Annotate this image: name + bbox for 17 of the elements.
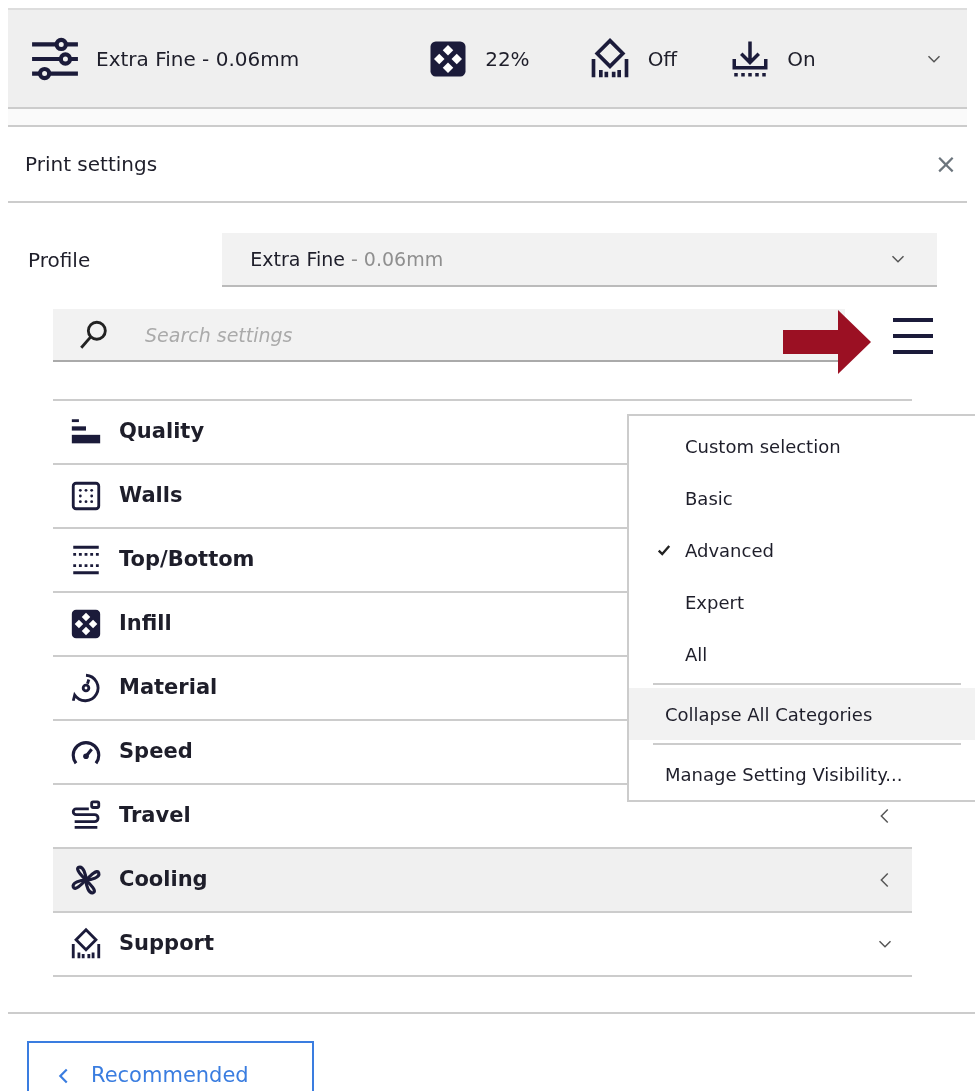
profile-dropdown[interactable]: Extra Fine - 0.06mm <box>222 233 937 287</box>
walls-icon <box>69 479 103 513</box>
close-button[interactable]: × <box>934 150 957 178</box>
search-field[interactable]: Search settings <box>53 309 845 362</box>
profile-label: Profile <box>28 247 91 274</box>
cooling-icon <box>69 863 103 897</box>
category-row[interactable]: Cooling <box>53 849 912 913</box>
infill-value: 22% <box>485 45 530 73</box>
category-row[interactable]: Support <box>53 913 912 977</box>
support-value: Off <box>647 45 678 73</box>
menu-item[interactable]: Collapse All Categories <box>629 688 975 740</box>
adhesion-value: On <box>787 45 816 73</box>
profile-summary: Extra Fine - 0.06mm <box>96 45 300 73</box>
panel-title: Print settings <box>25 151 158 178</box>
recommended-button[interactable]: Recommended <box>27 1041 314 1091</box>
infill-icon <box>69 607 103 641</box>
support-icon <box>69 927 103 961</box>
